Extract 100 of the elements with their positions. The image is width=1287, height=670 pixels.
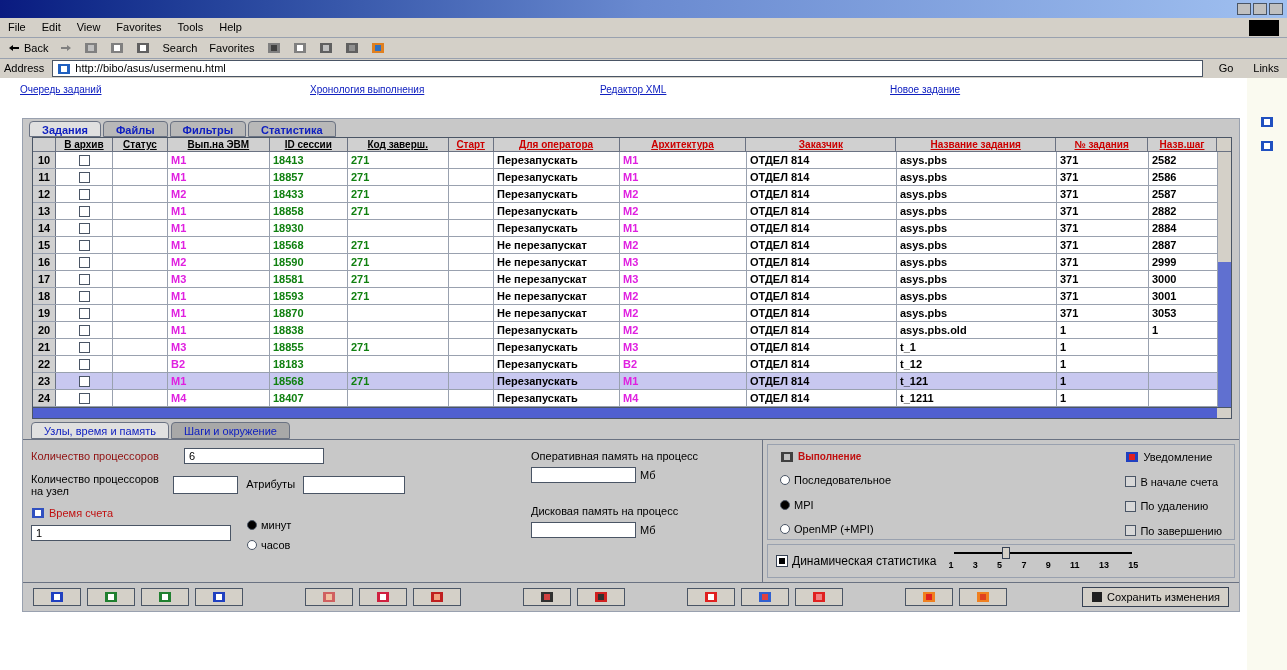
menu-item[interactable]: Help [219,19,242,36]
tab[interactable]: Узлы, время и память [31,422,169,439]
menu-item[interactable]: Tools [177,19,204,36]
delete-button[interactable] [795,588,843,606]
minimize-button[interactable] [1237,3,1251,15]
table-cell: asys.pbs [900,307,948,319]
vertical-scrollbar[interactable] [1218,152,1231,407]
previous-record-button[interactable] [87,588,135,606]
nav-link[interactable]: Редактор XML [600,81,890,97]
column-header[interactable]: Архитектура [619,138,747,151]
maximize-button[interactable] [1253,3,1267,15]
table-row[interactable]: 14 М1 18930 Перезапускать М1 ОТДЕЛ 814 asys.pbs 371 2884 [33,220,1218,237]
save-button[interactable]: Сохранить изменения [1082,587,1229,607]
table-row[interactable]: 19 М1 18870 Не перезапускат М2 ОТДЕЛ 814 asys.pbs 371 3053 [33,305,1218,322]
column-header[interactable]: Заказчик [746,138,897,151]
tab[interactable]: Статистика [248,121,336,137]
table-row[interactable]: 13 М1 18858 271 Перезапускать М2 ОТДЕЛ 814 asys.pbs 371 2882 [33,203,1218,220]
archive-checkbox[interactable] [78,273,90,285]
ram-field[interactable] [531,467,636,483]
search-button[interactable]: Search [162,39,198,57]
slider-thumb[interactable] [1002,547,1010,560]
menu-item[interactable]: View [76,19,101,36]
cut-button[interactable] [359,588,407,606]
notification-checkbox[interactable]: В начале счета [1125,473,1222,490]
time-unit-radio[interactable]: минут [247,516,292,533]
last-record-button[interactable] [195,588,243,606]
column-header[interactable]: Статус [112,138,168,151]
archive-checkbox[interactable] [78,188,90,200]
menu-item[interactable]: Edit [41,19,61,36]
tab[interactable]: Фильтры [169,121,247,137]
table-row[interactable]: 10 М1 18413 271 Перезапускать М1 ОТДЕЛ 814 asys.pbs 371 2582 [33,152,1218,169]
archive-checkbox[interactable] [78,256,90,268]
statistics-checkbox[interactable]: Динамическая статистика [776,552,937,570]
notification-checkbox[interactable]: По удалению [1125,498,1222,515]
refresh-button[interactable] [741,588,789,606]
stop-button[interactable] [687,588,735,606]
nav-link[interactable]: Хронология выполнения [310,81,600,97]
column-header[interactable]: № задания [1056,138,1149,151]
table-row[interactable]: 11 М1 18857 271 Перезапускать М1 ОТДЕЛ 814 asys.pbs 371 2586 [33,169,1218,186]
forward-arrow-icon[interactable] [60,44,73,52]
nav-link[interactable]: Очередь заданий [20,81,310,97]
column-header[interactable]: Название задания [896,138,1057,151]
column-header[interactable]: Вып.на ЭВМ [167,138,270,151]
processors-field[interactable]: 6 [184,448,324,465]
execution-mode-radio[interactable]: OpenMP (+MPI) [780,521,892,538]
table-row[interactable]: 15 М1 18568 271 Не перезапускат М2 ОТДЕЛ 814 asys.pbs 371 2887 [33,237,1218,254]
archive-checkbox[interactable] [78,307,90,319]
tab[interactable]: Шаги и окружение [170,422,290,439]
favorites-button[interactable]: Favorites [209,39,255,57]
back-button[interactable]: Back [8,39,49,57]
archive-checkbox[interactable] [78,171,90,183]
archive-checkbox[interactable] [78,358,90,370]
table-row[interactable]: 18 М1 18593 271 Не перезапускат М2 ОТДЕЛ 814 asys.pbs 371 3001 [33,288,1218,305]
archive-checkbox[interactable] [78,205,90,217]
chart-button[interactable] [905,588,953,606]
cancel-button[interactable] [577,588,625,606]
tab[interactable]: Задания [29,121,101,137]
menu-item[interactable]: Favorites [116,19,162,36]
archive-checkbox[interactable] [78,392,90,404]
go-button[interactable]: Go [1210,60,1242,77]
next-record-button[interactable] [141,588,189,606]
notification-checkbox[interactable]: По завершению [1125,522,1222,539]
horizontal-scrollbar[interactable] [33,407,1231,418]
edit-button[interactable] [305,588,353,606]
report-button[interactable] [959,588,1007,606]
menu-item[interactable]: File [8,19,26,36]
per-node-field[interactable] [173,475,239,494]
time-field[interactable]: 1 [31,525,231,541]
table-row[interactable]: 12 М2 18433 271 Перезапускать М2 ОТДЕЛ 814 asys.pbs 371 2587 [33,186,1218,203]
folder-button[interactable] [413,588,461,606]
archive-checkbox[interactable] [78,375,90,387]
table-row[interactable]: 17 М3 18581 271 Не перезапускат М3 ОТДЕЛ 814 asys.pbs 371 3000 [33,271,1218,288]
archive-checkbox[interactable] [78,154,90,166]
disk-field[interactable] [531,522,636,538]
column-header[interactable]: Код заверш. [347,138,449,151]
nav-link[interactable]: Новое задание [890,81,1180,97]
print-button[interactable] [523,588,571,606]
attributes-field[interactable] [303,475,405,494]
archive-checkbox[interactable] [78,324,90,336]
close-button[interactable] [1269,3,1283,15]
archive-checkbox[interactable] [78,239,90,251]
time-unit-radio[interactable]: часов [247,537,292,554]
address-field[interactable]: http://bibo/asus/usermenu.html [52,60,1203,77]
archive-checkbox[interactable] [78,290,90,302]
column-header[interactable]: ID сессии [269,138,348,151]
tab[interactable]: Файлы [102,121,168,137]
table-row[interactable]: 16 М2 18590 271 Не перезапускат М3 ОТДЕЛ 814 asys.pbs 371 2999 [33,254,1218,271]
execution-mode-radio[interactable]: MPI [780,496,892,513]
table-cell: 271 [351,171,370,183]
first-record-button[interactable] [33,588,81,606]
links-button[interactable]: Links [1249,60,1283,77]
table-row[interactable]: 23 М1 18568 271 Перезапускать М1 ОТДЕЛ 814 t_121 1 [33,373,1218,390]
archive-checkbox[interactable] [78,222,90,234]
table-row[interactable]: 21 М3 18855 271 Перезапускать М3 ОТДЕЛ 814 t_1 1 [33,339,1218,356]
execution-mode-radio[interactable]: Последовательное [780,472,892,489]
column-header[interactable]: Старт [448,138,494,151]
table-row[interactable]: 20 М1 18838 Перезапускать М2 ОТДЕЛ 814 asys.pbs.old 1 1 [33,322,1218,339]
column-header[interactable]: В архив [56,138,113,151]
archive-checkbox[interactable] [78,341,90,353]
column-header[interactable]: Для оператора [493,138,620,151]
